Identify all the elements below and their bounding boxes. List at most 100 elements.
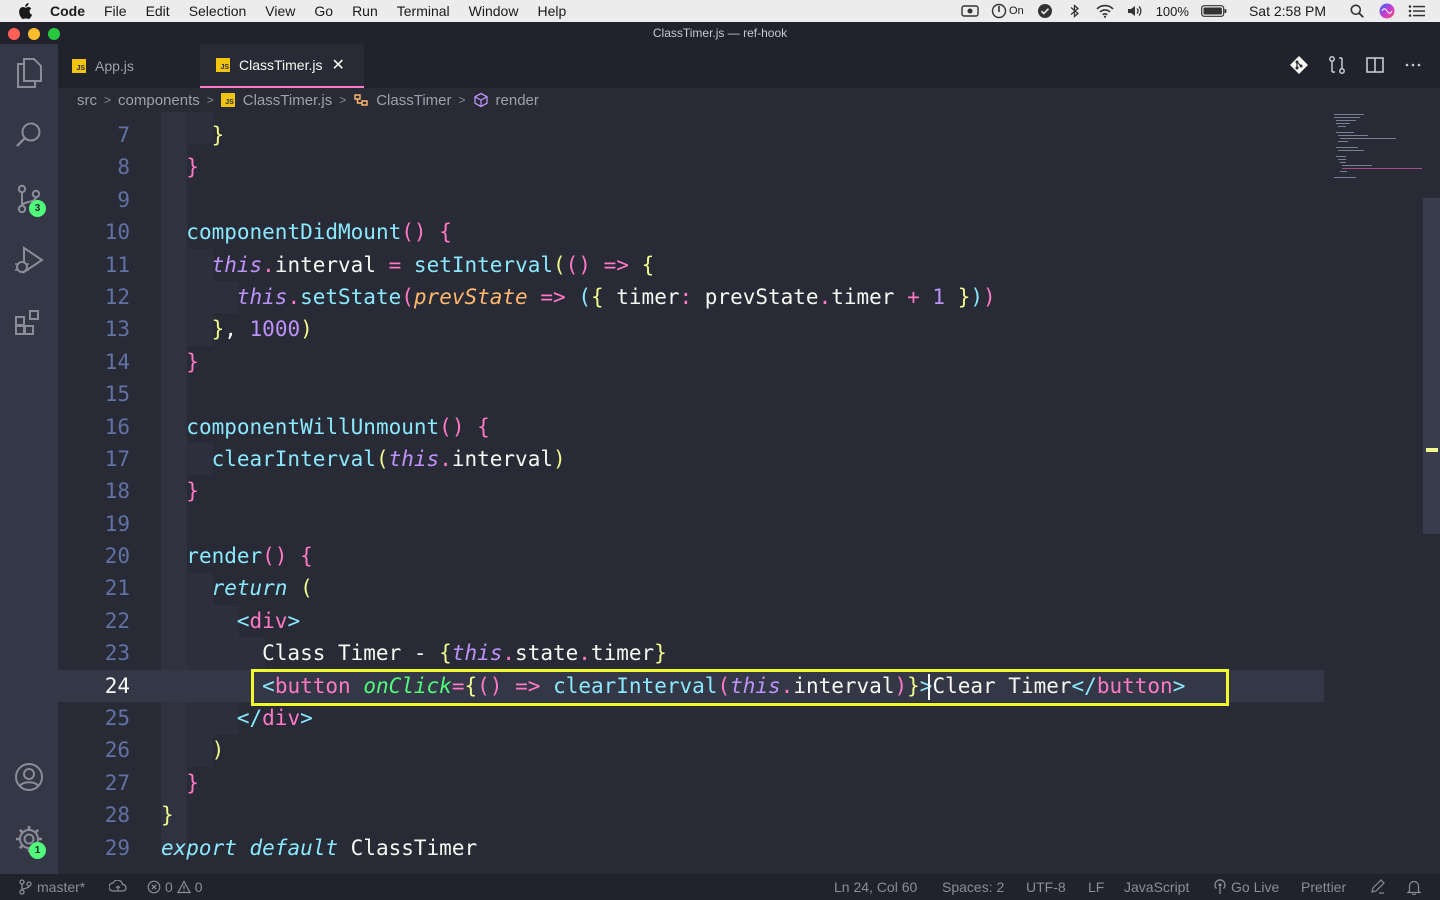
- language-mode[interactable]: JavaScript: [1124, 874, 1189, 900]
- tab-app-js[interactable]: JS App.js: [58, 44, 198, 88]
- line-text: }, 1000): [211, 317, 313, 342]
- extensions-icon[interactable]: [14, 307, 44, 337]
- code-line: 18 }: [58, 475, 1324, 507]
- menu-go[interactable]: Go: [314, 3, 333, 19]
- check-circle-icon[interactable]: [1036, 3, 1054, 19]
- menu-run[interactable]: Run: [352, 3, 378, 19]
- line-text: ): [211, 738, 225, 763]
- menu-file[interactable]: File: [104, 3, 127, 19]
- prettier-status[interactable]: Prettier: [1301, 874, 1346, 900]
- more-actions-icon[interactable]: [1402, 54, 1424, 76]
- breadcrumb-class[interactable]: ClassTimer: [376, 92, 451, 109]
- line-number: 20: [104, 544, 130, 569]
- line-number: 18: [104, 479, 130, 504]
- branch-indicator[interactable]: master*: [18, 874, 85, 900]
- zoom-window-button[interactable]: [48, 28, 60, 40]
- window-title-bar: ClassTimer.js — ref-hook: [0, 22, 1440, 44]
- method-symbol-icon: [473, 92, 489, 108]
- focus-toggle[interactable]: On: [991, 3, 1024, 19]
- activity-bar: 3 1: [0, 44, 58, 874]
- code-line: 14 }: [58, 346, 1324, 378]
- line-number: 11: [104, 252, 130, 277]
- menu-view[interactable]: View: [265, 3, 295, 19]
- breadcrumb-components[interactable]: components: [118, 92, 200, 109]
- notifications-bell-icon[interactable]: [1406, 874, 1422, 900]
- sync-icon[interactable]: [109, 874, 127, 900]
- volume-icon[interactable]: [1126, 3, 1144, 19]
- line-text: }: [186, 479, 199, 504]
- menu-app-name[interactable]: Code: [50, 3, 85, 19]
- code-line: 9: [58, 184, 1324, 216]
- text-cursor: [928, 674, 930, 700]
- js-file-icon: JS: [216, 58, 230, 72]
- line-text: clearInterval(this.interval): [211, 446, 566, 471]
- line-text: }: [211, 123, 225, 147]
- line-number: 14: [104, 349, 130, 374]
- wifi-icon[interactable]: [1096, 3, 1114, 19]
- close-tab-icon[interactable]: ✕: [332, 55, 345, 75]
- menu-selection[interactable]: Selection: [189, 3, 247, 19]
- code-line: 8 }: [58, 151, 1324, 183]
- minimize-window-button[interactable]: [28, 28, 40, 40]
- cursor-position[interactable]: Ln 24, Col 60: [834, 874, 917, 900]
- menu-help[interactable]: Help: [537, 3, 566, 19]
- menu-terminal[interactable]: Terminal: [397, 3, 450, 19]
- encoding[interactable]: UTF-8: [1026, 874, 1066, 900]
- siri-icon[interactable]: [1378, 3, 1396, 19]
- line-number: 26: [104, 738, 130, 763]
- feedback-icon[interactable]: [1370, 874, 1386, 900]
- line-text: render() {: [186, 544, 313, 569]
- js-file-icon: JS: [72, 59, 86, 73]
- minimap[interactable]: [1332, 112, 1424, 182]
- git-graph-icon[interactable]: [1288, 54, 1310, 76]
- files-icon[interactable]: [14, 58, 44, 88]
- search-icon[interactable]: [14, 120, 44, 150]
- go-live-button[interactable]: Go Live: [1213, 874, 1279, 900]
- manage-badge: 1: [29, 842, 46, 859]
- tab-classtimer-js[interactable]: JS ClassTimer.js ✕: [200, 44, 364, 88]
- line-number: 24: [104, 673, 130, 698]
- code-editor[interactable]: 7 } 8 } 9 10 componentDidMount() { 11 th…: [58, 112, 1440, 874]
- apple-menu-icon[interactable]: [18, 3, 40, 19]
- branch-name: master*: [37, 879, 86, 895]
- run-debug-icon[interactable]: [14, 245, 44, 275]
- indentation[interactable]: Spaces: 2: [942, 874, 1004, 900]
- code-line: 19: [58, 508, 1324, 540]
- window-title: ClassTimer.js — ref-hook: [652, 26, 788, 40]
- line-text: componentWillUnmount() {: [186, 414, 490, 439]
- code-lines: 7 } 8 } 9 10 componentDidMount() { 11 th…: [58, 119, 1324, 864]
- split-editor-icon[interactable]: [1364, 54, 1386, 76]
- breadcrumb-file[interactable]: ClassTimer.js: [243, 92, 332, 109]
- close-window-button[interactable]: [8, 28, 20, 40]
- vertical-scrollbar[interactable]: [1423, 198, 1440, 534]
- editor-actions: [1288, 54, 1424, 76]
- notification-center-icon[interactable]: [1408, 3, 1426, 19]
- line-number: 10: [104, 220, 130, 245]
- status-bar: master* 0 0 Ln 24, Col 60 Spaces: 2 UTF-…: [0, 874, 1440, 900]
- menubar-status-area: On 100% Sat 2:58 PM: [961, 0, 1426, 22]
- code-line: 29 export default ClassTimer: [58, 832, 1324, 864]
- go-live-label: Go Live: [1231, 879, 1280, 895]
- end-of-line[interactable]: LF: [1088, 874, 1104, 900]
- bluetooth-icon[interactable]: [1066, 3, 1084, 19]
- focus-label: On: [1009, 5, 1024, 17]
- screen-record-icon[interactable]: [961, 3, 979, 19]
- battery-icon[interactable]: [1201, 3, 1227, 19]
- menu-edit[interactable]: Edit: [146, 3, 170, 19]
- code-line: 27 }: [58, 767, 1324, 799]
- spotlight-search-icon[interactable]: [1348, 3, 1366, 19]
- class-symbol-icon: [353, 92, 369, 108]
- line-text: this.setState(prevState => ({ timer: pre…: [236, 284, 996, 309]
- scrollbar-cursor-marker: [1426, 448, 1438, 452]
- menu-window[interactable]: Window: [469, 3, 519, 19]
- problems-indicator[interactable]: 0 0: [147, 874, 203, 900]
- warning-count: 0: [194, 879, 203, 895]
- line-number: 25: [104, 706, 130, 731]
- breadcrumb-method[interactable]: render: [496, 92, 539, 109]
- compare-changes-icon[interactable]: [1326, 54, 1348, 76]
- breadcrumb-src[interactable]: src: [77, 92, 97, 109]
- account-icon[interactable]: [14, 762, 44, 792]
- clock[interactable]: Sat 2:58 PM: [1249, 3, 1326, 19]
- tab-label: App.js: [95, 58, 134, 74]
- line-text: componentDidMount() {: [186, 220, 452, 245]
